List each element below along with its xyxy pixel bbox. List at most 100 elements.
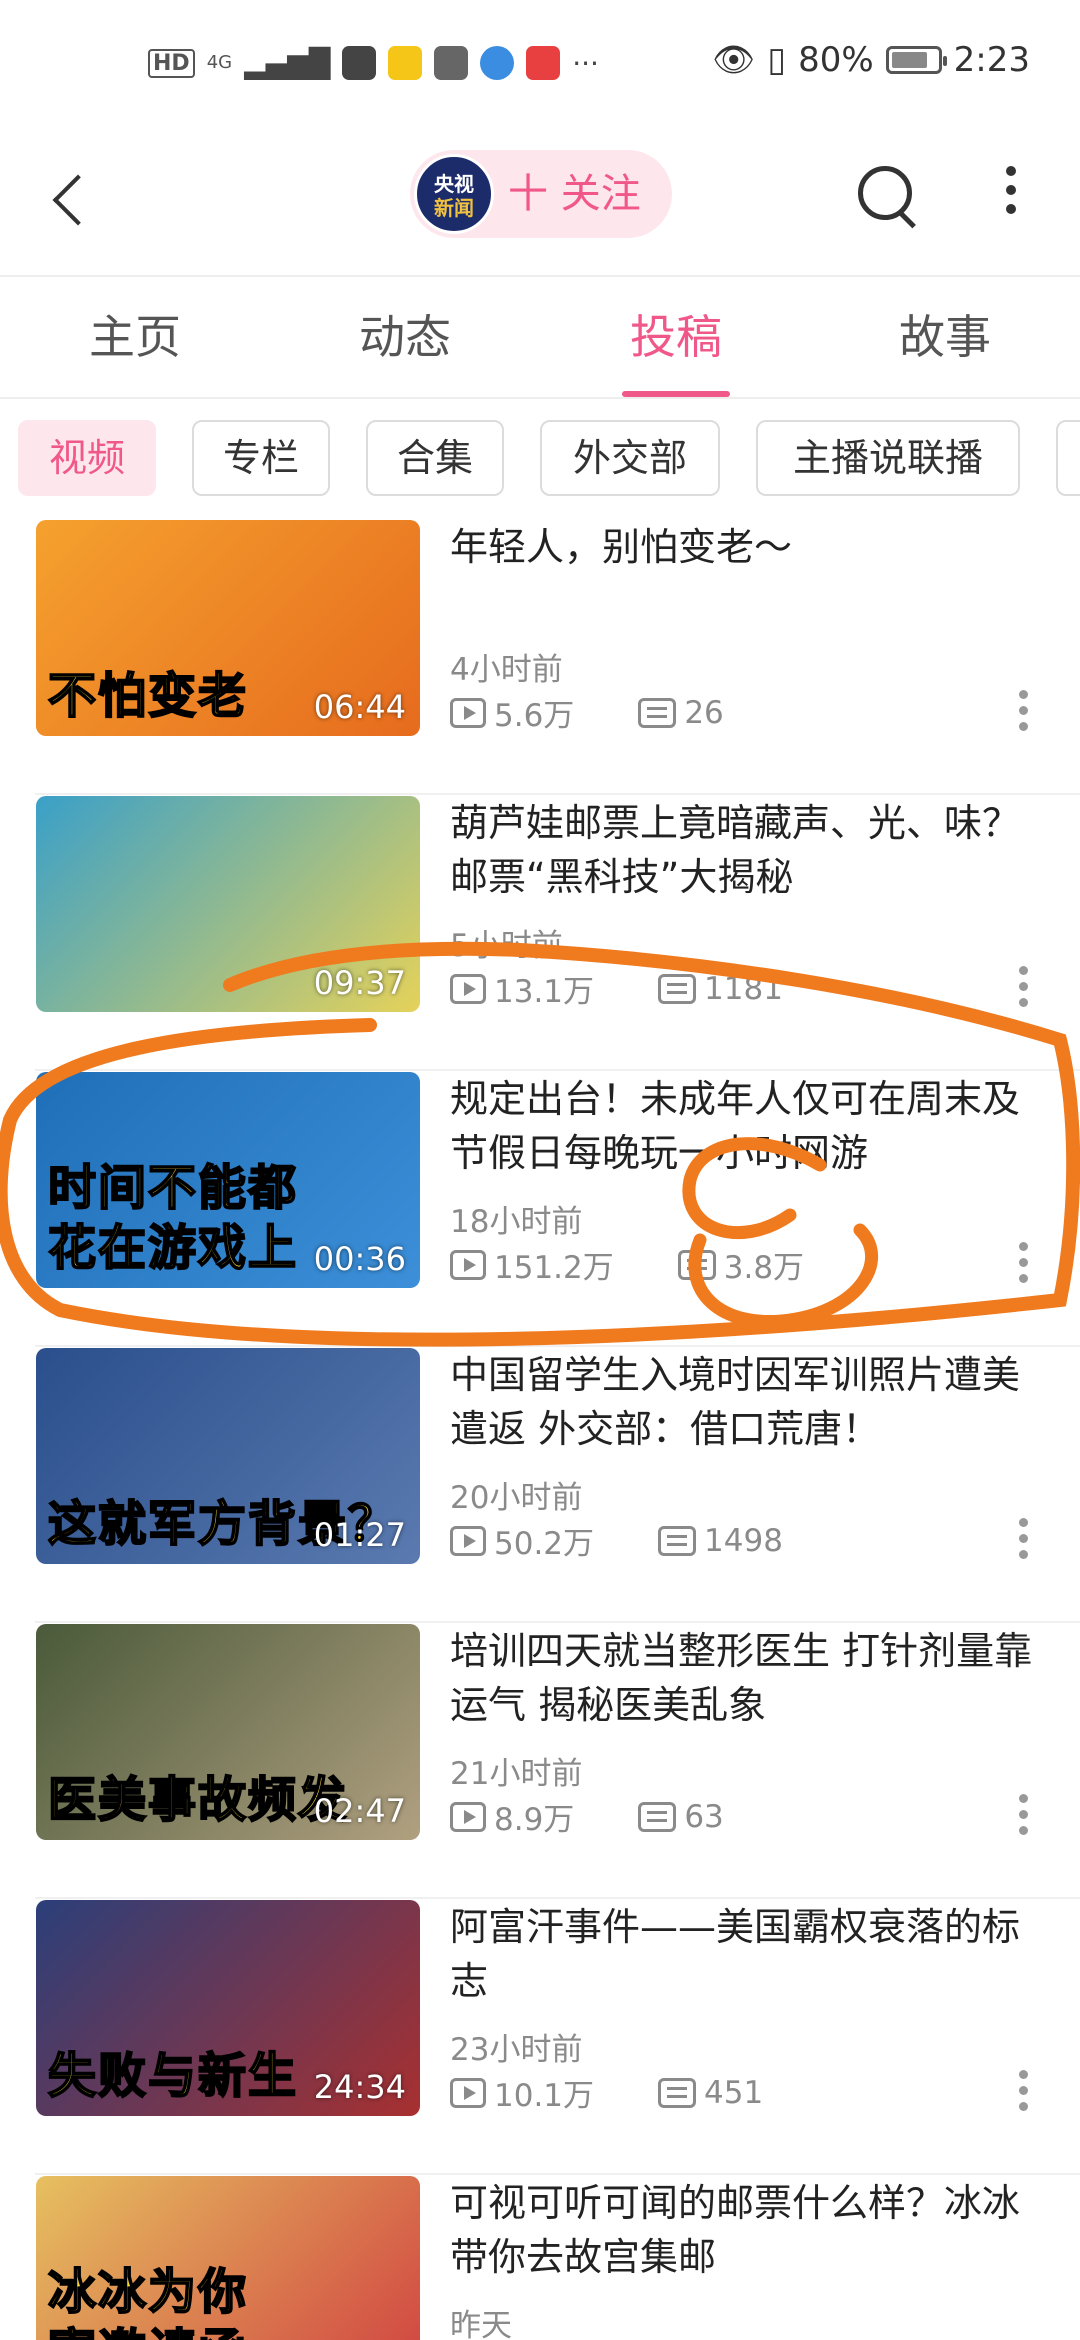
video-thumbnail[interactable]: 时间不能都 花在游戏上 00:36 [36, 1072, 420, 1288]
browser-icon [480, 46, 515, 80]
hd-icon: HD [148, 48, 195, 78]
video-thumbnail[interactable]: 09:37 [36, 796, 420, 1012]
logo-line-2: 新闻 [434, 196, 474, 220]
comment-count-icon [658, 973, 697, 1004]
view-count: 5.6万 [494, 698, 575, 734]
tabs-divider [0, 397, 1080, 399]
comment-count: 1181 [704, 970, 783, 1007]
chip-collection[interactable]: 合集 [366, 420, 504, 496]
item-divider [35, 1345, 1080, 1347]
chip-overflow[interactable] [1056, 420, 1080, 496]
item-divider [35, 2173, 1080, 2175]
video-item[interactable]: 医美事故频发 02:47 培训四天就当整形医生 打针剂量靠运气 揭秘医美乱象 21小时… [0, 1624, 1080, 1899]
status-left: HD 4G ▂▄▆█ ··· [148, 46, 599, 80]
video-time: 21小时前 [450, 1756, 583, 1792]
tab-stories[interactable]: 故事 [845, 277, 1045, 397]
video-stats: 151.2万 3.8万 [450, 1242, 804, 1287]
network-label: 4G [206, 52, 233, 73]
item-divider [35, 1069, 1080, 1071]
thumbnail-caption: 不怕变老 [47, 667, 249, 725]
tab-submissions[interactable]: 投稿 [576, 277, 776, 397]
video-duration: 02:47 [313, 1792, 406, 1830]
video-time: 23小时前 [450, 2032, 583, 2068]
play-count-icon [450, 2077, 486, 2108]
video-item[interactable]: 不怕变老 06:44 年轻人，别怕变老～ 4小时前 5.6万 26 [0, 520, 1080, 795]
video-thumbnail[interactable]: 医美事故频发 02:47 [36, 1624, 420, 1840]
video-time: 20小时前 [450, 1480, 583, 1516]
status-bar: HD 4G ▂▄▆█ ··· 👁 ▯ 80% 2:23 [0, 0, 1080, 130]
thumbnail-caption: 医美事故频发 [47, 1771, 349, 1829]
more-vertical-icon[interactable] [996, 166, 1026, 226]
back-icon[interactable] [40, 160, 100, 240]
video-time: 4小时前 [450, 652, 563, 688]
chip-column[interactable]: 专栏 [192, 420, 330, 496]
video-title[interactable]: 规定出台！未成年人仅可在周末及节假日每晚玩一小时网游 [450, 1072, 1050, 1180]
video-item[interactable]: 失败与新生 24:34 阿富汗事件——美国霸权衰落的标志 23小时前 10.1万 451 [0, 1900, 1080, 2175]
video-item[interactable]: 这就军方背景？ 01:27 中国留学生入境时因军训照片遭美遣返 外交部：借口荒唐！ 2… [0, 1348, 1080, 1623]
chip-foreign-ministry[interactable]: 外交部 [540, 420, 720, 496]
header: 央视 新闻 十 关注 [0, 130, 1080, 275]
play-count-icon [450, 1525, 486, 1556]
thumbnail-caption: 时间不能都 花在游戏上 [47, 1159, 299, 1277]
item-divider [35, 1621, 1080, 1623]
item-more-icon[interactable] [1016, 1518, 1030, 1566]
video-title[interactable]: 培训四天就当整形医生 打针剂量靠运气 揭秘医美乱象 [450, 1624, 1050, 1732]
video-title[interactable]: 年轻人，别怕变老～ [450, 520, 1050, 574]
clock: 2:23 [953, 40, 1030, 80]
more-notifications-icon: ··· [572, 46, 599, 80]
comment-count: 1498 [704, 1522, 783, 1559]
eye-icon: 👁 [712, 40, 756, 80]
follow-button[interactable]: 央视 新闻 十 关注 [410, 150, 672, 238]
video-duration: 00:36 [313, 1240, 406, 1278]
status-right: 👁 ▯ 80% 2:23 [712, 40, 1030, 80]
tab-home[interactable]: 主页 [35, 277, 235, 397]
video-time: 18小时前 [450, 1204, 583, 1240]
video-time: 昨天 [450, 2308, 512, 2340]
video-item[interactable]: 冰冰为你 寄邀请函 可视可听可闻的邮票什么样？冰冰带你去故宫集邮昨天 [0, 2176, 1080, 2340]
video-duration: 01:27 [313, 1516, 406, 1554]
tab-dynamics[interactable]: 动态 [305, 277, 505, 397]
video-thumbnail[interactable]: 冰冰为你 寄邀请函 [36, 2176, 420, 2340]
category-chips: 视频 专栏 合集 外交部 主播说联播 [0, 420, 1080, 500]
video-duration: 06:44 [313, 688, 406, 726]
video-stats: 10.1万 451 [450, 2070, 763, 2115]
profile-tabs: 主页 动态 投稿 故事 [0, 277, 1080, 397]
video-item[interactable]: 09:37 葫芦娃邮票上竟暗藏声、光、味？邮票“黑科技”大揭秘 5小时前 13.1万 1… [0, 796, 1080, 1071]
item-more-icon[interactable] [1016, 966, 1030, 1014]
video-item[interactable]: 时间不能都 花在游戏上 00:36 规定出台！未成年人仅可在周末及节假日每晚玩一小时… [0, 1072, 1080, 1347]
video-thumbnail[interactable]: 失败与新生 24:34 [36, 1900, 420, 2116]
video-title[interactable]: 可视可听可闻的邮票什么样？冰冰带你去故宫集邮 [450, 2176, 1050, 2284]
vibrate-icon: ▯ [767, 40, 787, 80]
chip-video[interactable]: 视频 [18, 420, 156, 496]
chip-anchor-talk[interactable]: 主播说联播 [756, 420, 1020, 496]
video-duration: 24:34 [313, 2068, 406, 2106]
play-count-icon [450, 697, 486, 728]
item-more-icon[interactable] [1016, 2070, 1030, 2118]
wechat-icon [434, 46, 469, 80]
search-icon[interactable] [852, 160, 922, 230]
view-count: 13.1万 [494, 974, 595, 1010]
video-duration: 09:37 [313, 964, 406, 1002]
signal-icon: ▂▄▆█ [244, 46, 331, 80]
video-title[interactable]: 中国留学生入境时因军训照片遭美遣返 外交部：借口荒唐！ [450, 1348, 1050, 1456]
view-count: 50.2万 [494, 1526, 595, 1562]
comment-count-icon [638, 697, 677, 728]
video-thumbnail[interactable]: 这就军方背景？ 01:27 [36, 1348, 420, 1564]
item-more-icon[interactable] [1016, 1794, 1030, 1842]
play-count-icon [450, 1249, 486, 1280]
video-thumbnail[interactable]: 不怕变老 06:44 [36, 520, 420, 736]
item-more-icon[interactable] [1016, 690, 1030, 738]
view-count: 10.1万 [494, 2078, 595, 2114]
comment-count-icon [658, 1525, 697, 1556]
comment-count-icon [638, 1801, 677, 1832]
battery-icon [885, 46, 947, 74]
item-more-icon[interactable] [1016, 1242, 1030, 1290]
video-title[interactable]: 葫芦娃邮票上竟暗藏声、光、味？邮票“黑科技”大揭秘 [450, 796, 1050, 904]
thumbnail-caption: 冰冰为你 寄邀请函 [47, 2263, 249, 2340]
item-divider [35, 1897, 1080, 1899]
thumbnail-caption: 失败与新生 [47, 2047, 299, 2105]
video-title[interactable]: 阿富汗事件——美国霸权衰落的标志 [450, 1900, 1050, 2008]
view-count: 8.9万 [494, 1802, 575, 1838]
video-time: 5小时前 [450, 928, 563, 964]
comment-count-icon [677, 1249, 716, 1280]
